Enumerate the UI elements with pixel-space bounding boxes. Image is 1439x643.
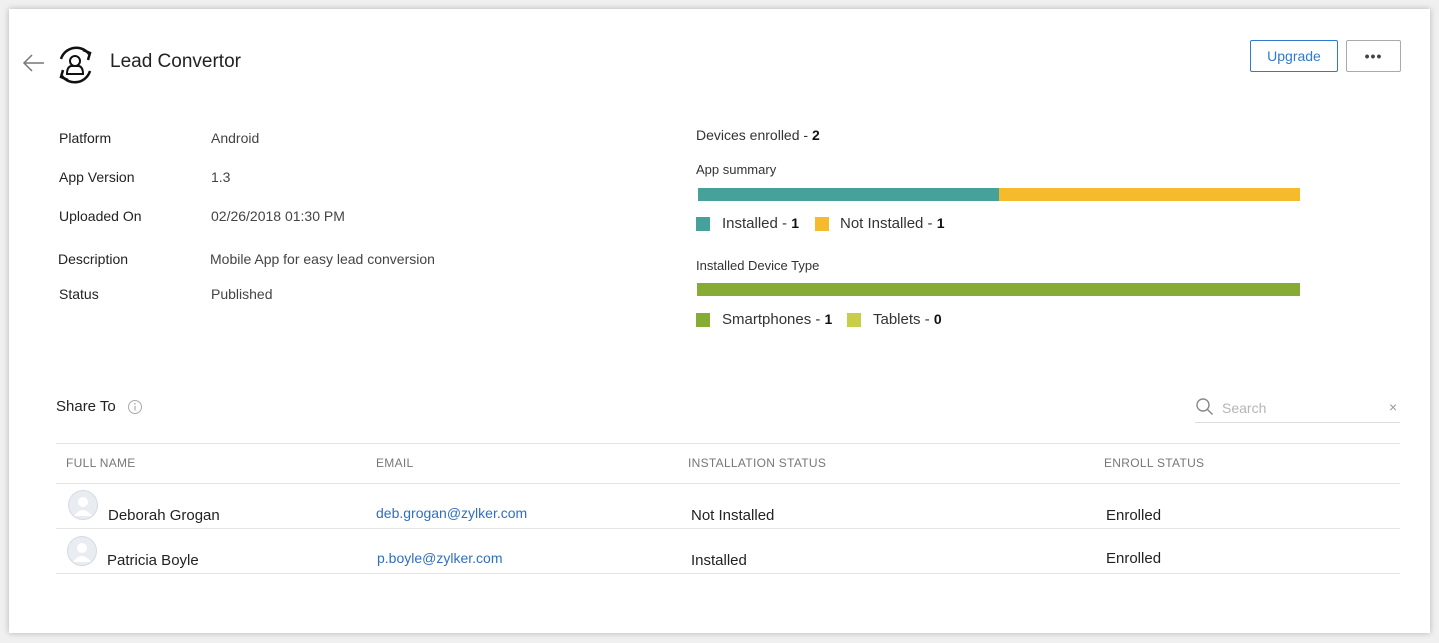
tablets-count: 0: [933, 311, 942, 327]
row-enroll-status: Enrolled: [1106, 550, 1162, 567]
table-row[interactable]: Patricia Boyle p.boyle@zylker.com Instal…: [56, 529, 1400, 573]
info-icon[interactable]: [127, 399, 143, 415]
search-icon: [1195, 397, 1215, 417]
lead-convertor-app-icon: [49, 39, 101, 91]
not-installed-count: 1: [936, 215, 945, 231]
page-title: Lead Convertor: [110, 51, 241, 72]
tablets-legend: Tablets - 0: [873, 311, 942, 328]
column-header-installation-status: INSTALLATION STATUS: [688, 456, 827, 470]
not-installed-legend-swatch: [815, 217, 829, 231]
status-value: Published: [211, 286, 273, 302]
uploaded-on-label: Uploaded On: [59, 208, 142, 224]
platform-value: Android: [211, 130, 260, 146]
not-installed-legend: Not Installed - 1: [840, 215, 945, 232]
tablets-legend-swatch: [847, 313, 861, 327]
more-options-icon: •••: [1364, 48, 1383, 64]
row-full-name: Patricia Boyle: [107, 552, 199, 569]
devices-enrolled-count: 2: [811, 127, 820, 143]
device-type-title: Installed Device Type: [696, 258, 820, 273]
row-installation-status: Not Installed: [691, 507, 775, 524]
app-details-card: Lead Convertor Upgrade ••• Platform Andr…: [9, 9, 1430, 633]
not-installed-legend-label: Not Installed -: [840, 215, 937, 232]
uploaded-on-value: 02/26/2018 01:30 PM: [211, 208, 345, 224]
smartphones-count: 1: [824, 311, 833, 327]
installed-legend: Installed - 1: [722, 215, 799, 232]
more-options-button[interactable]: •••: [1346, 40, 1401, 72]
device-type-bar: [697, 283, 1300, 296]
row-installation-status: Installed: [691, 552, 747, 569]
app-summary-bar: [698, 188, 1300, 201]
installed-legend-swatch: [696, 217, 710, 231]
column-header-enroll-status: ENROLL STATUS: [1104, 456, 1205, 470]
row-enroll-status: Enrolled: [1106, 507, 1162, 524]
column-header-full-name: FULL NAME: [66, 456, 136, 470]
installed-count: 1: [791, 215, 799, 231]
description-value: Mobile App for easy lead conversion: [210, 251, 435, 267]
platform-label: Platform: [59, 130, 112, 146]
row-email-link[interactable]: deb.grogan@zylker.com: [376, 505, 527, 521]
share-to-title: Share To: [56, 398, 116, 415]
app-version-value: 1.3: [211, 169, 231, 185]
upgrade-button[interactable]: Upgrade: [1250, 40, 1338, 72]
smartphones-bar-segment: [697, 283, 1300, 296]
row-email-link[interactable]: p.boyle@zylker.com: [377, 550, 502, 566]
smartphones-legend-swatch: [696, 313, 710, 327]
devices-enrolled: Devices enrolled - 2: [696, 127, 820, 143]
not-installed-bar-segment: [999, 188, 1300, 201]
row-divider: [56, 573, 1400, 574]
row-full-name: Deborah Grogan: [108, 507, 220, 524]
user-avatar-icon: [68, 490, 98, 520]
description-label: Description: [58, 251, 129, 267]
back-arrow-icon[interactable]: [21, 51, 47, 75]
table-top-divider: [56, 443, 1400, 444]
installed-legend-label: Installed -: [722, 215, 792, 232]
search-input[interactable]: [1220, 397, 1384, 419]
tablets-legend-label: Tablets -: [873, 311, 934, 328]
user-avatar-icon: [67, 536, 97, 566]
devices-enrolled-label: Devices enrolled -: [696, 127, 812, 143]
installed-bar-segment: [698, 188, 999, 201]
smartphones-legend: Smartphones - 1: [722, 311, 832, 328]
table-row[interactable]: Deborah Grogan deb.grogan@zylker.com Not…: [56, 484, 1400, 528]
status-label: Status: [59, 286, 99, 302]
smartphones-legend-label: Smartphones -: [722, 311, 825, 328]
clear-search-icon[interactable]: ×: [1389, 399, 1397, 415]
app-summary-title: App summary: [696, 162, 777, 177]
app-version-label: App Version: [59, 169, 135, 185]
column-header-email: EMAIL: [376, 456, 414, 470]
